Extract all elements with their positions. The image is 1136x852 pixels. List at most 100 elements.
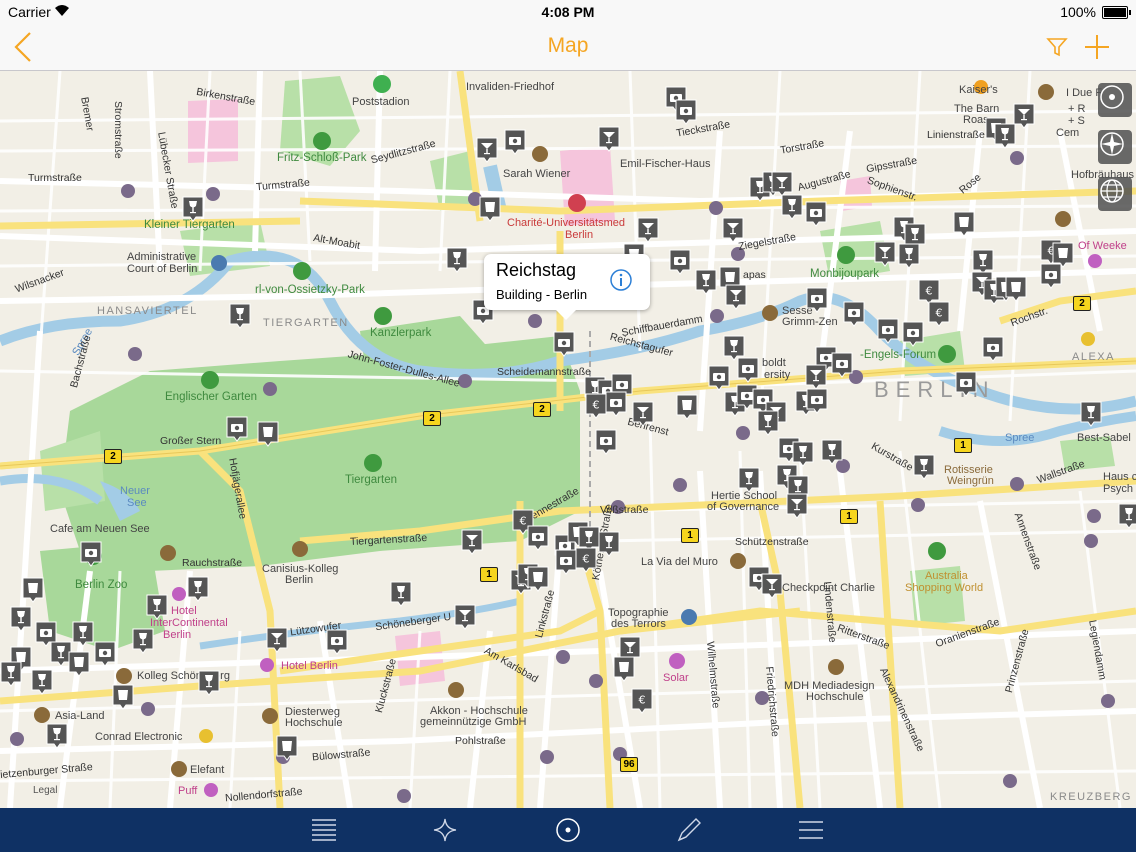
- poi-marker[interactable]: €: [575, 547, 597, 573]
- poi-marker[interactable]: [68, 651, 90, 677]
- poi-marker[interactable]: [913, 454, 935, 480]
- poi-marker[interactable]: [598, 126, 620, 152]
- poi-marker[interactable]: [805, 364, 827, 390]
- street-label: Schützenstraße: [735, 536, 809, 548]
- poi-marker[interactable]: [31, 669, 53, 695]
- map-label: Hochschule: [806, 691, 864, 703]
- poi-marker[interactable]: [675, 99, 697, 125]
- poi-marker[interactable]: [877, 318, 899, 344]
- poi-marker[interactable]: [722, 217, 744, 243]
- map-pin-icon: [257, 421, 279, 447]
- poi-marker[interactable]: [461, 529, 483, 555]
- info-icon[interactable]: [610, 269, 632, 291]
- poi-marker[interactable]: [1080, 401, 1102, 427]
- poi-marker[interactable]: [446, 247, 468, 273]
- poi-marker[interactable]: [326, 629, 348, 655]
- poi-marker[interactable]: [476, 137, 498, 163]
- filter-button[interactable]: [1040, 30, 1074, 64]
- locate-button[interactable]: [1098, 83, 1132, 117]
- poi-marker[interactable]: [595, 429, 617, 455]
- poi-marker[interactable]: [257, 421, 279, 447]
- poi-marker[interactable]: [843, 301, 865, 327]
- poi-marker[interactable]: [955, 371, 977, 397]
- poi-marker[interactable]: [182, 196, 204, 222]
- tab-favorites[interactable]: [430, 815, 460, 845]
- poi-marker[interactable]: [390, 581, 412, 607]
- poi-marker[interactable]: [112, 684, 134, 710]
- poi-marker[interactable]: [10, 606, 32, 632]
- poi-marker[interactable]: [725, 284, 747, 310]
- tab-map[interactable]: [553, 815, 583, 845]
- poi-marker[interactable]: [72, 621, 94, 647]
- poi-marker[interactable]: [555, 549, 577, 575]
- poi-marker[interactable]: [1040, 263, 1062, 289]
- poi-marker[interactable]: [902, 321, 924, 347]
- poi-marker[interactable]: [0, 661, 22, 687]
- map-label: Berlin Zoo: [75, 579, 128, 591]
- poi-marker[interactable]: [806, 388, 828, 414]
- poi-marker[interactable]: [276, 735, 298, 761]
- map-label: I Due F: [1066, 87, 1103, 99]
- poi-marker[interactable]: [146, 594, 168, 620]
- poi-marker[interactable]: [637, 217, 659, 243]
- poi-marker[interactable]: [598, 531, 620, 557]
- poi-marker[interactable]: [454, 604, 476, 630]
- poi-marker[interactable]: €: [928, 301, 950, 327]
- poi-marker[interactable]: [898, 243, 920, 269]
- poi-marker[interactable]: [613, 656, 635, 682]
- legal-link[interactable]: Legal: [33, 785, 57, 796]
- poi-marker[interactable]: [198, 670, 220, 696]
- poi-marker[interactable]: [94, 641, 116, 667]
- poi-marker[interactable]: [805, 201, 827, 227]
- poi-marker[interactable]: [806, 287, 828, 313]
- tab-notes[interactable]: [674, 815, 704, 845]
- poi-marker[interactable]: [527, 566, 549, 592]
- poi-marker[interactable]: [266, 627, 288, 653]
- poi-marker[interactable]: [1013, 103, 1035, 129]
- poi-marker[interactable]: [761, 573, 783, 599]
- poi-marker[interactable]: €: [585, 393, 607, 419]
- poi-marker[interactable]: [226, 416, 248, 442]
- poi-marker[interactable]: [132, 628, 154, 654]
- map-pin-icon: [613, 656, 635, 682]
- map-label: + R: [1068, 103, 1086, 115]
- poi-marker[interactable]: €: [631, 688, 653, 714]
- globe-button[interactable]: [1098, 177, 1132, 211]
- poi-marker[interactable]: [504, 129, 526, 155]
- poi-marker[interactable]: [605, 391, 627, 417]
- poi-marker[interactable]: [982, 336, 1004, 362]
- poi-marker[interactable]: [738, 467, 760, 493]
- add-button[interactable]: [1080, 30, 1114, 64]
- map-view[interactable]: Poststadion Invaliden-Friedhof Fritz-Sch…: [0, 71, 1136, 808]
- map-pin-icon: [504, 129, 526, 155]
- poi-marker[interactable]: [479, 196, 501, 222]
- poi-marker[interactable]: [781, 194, 803, 220]
- compass-button[interactable]: [1098, 130, 1132, 164]
- poi-marker[interactable]: [46, 723, 68, 749]
- poi-marker[interactable]: [737, 357, 759, 383]
- poi-marker[interactable]: [695, 269, 717, 295]
- poi-marker[interactable]: [708, 365, 730, 391]
- poi-marker[interactable]: [1118, 503, 1136, 529]
- poi-callout[interactable]: Reichstag Building - Berlin: [484, 254, 650, 320]
- poi-marker[interactable]: [786, 493, 808, 519]
- poi-marker[interactable]: [874, 241, 896, 267]
- tab-menu[interactable]: [796, 815, 826, 845]
- poi-marker[interactable]: [187, 576, 209, 602]
- poi-marker[interactable]: [22, 577, 44, 603]
- poi-marker[interactable]: [632, 401, 654, 427]
- poi-marker[interactable]: [1005, 276, 1027, 302]
- poi-marker[interactable]: [757, 410, 779, 436]
- poi-marker[interactable]: [831, 352, 853, 378]
- poi-marker[interactable]: [669, 249, 691, 275]
- poi-marker[interactable]: [80, 541, 102, 567]
- map-label: of Governance: [707, 501, 780, 513]
- poi-marker[interactable]: [676, 394, 698, 420]
- poi-marker[interactable]: [229, 303, 251, 329]
- poi-marker[interactable]: [527, 525, 549, 551]
- map-pin-icon: [843, 301, 865, 327]
- tab-list[interactable]: [309, 815, 339, 845]
- poi-marker[interactable]: [821, 439, 843, 465]
- poi-marker[interactable]: [953, 211, 975, 237]
- poi-marker[interactable]: [553, 331, 575, 357]
